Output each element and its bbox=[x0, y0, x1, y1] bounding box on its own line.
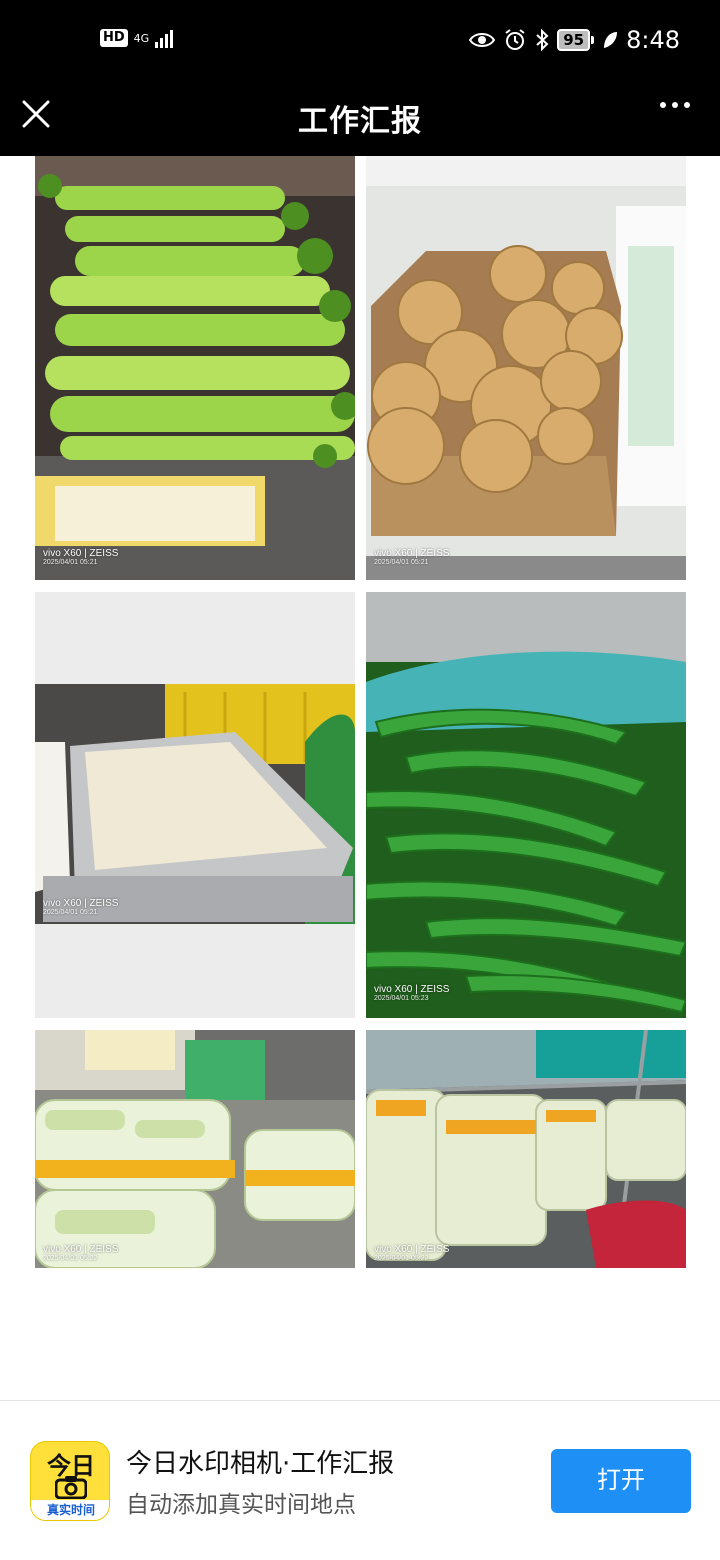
page-title: 工作汇报 bbox=[298, 104, 422, 139]
battery-level: 95 bbox=[557, 29, 591, 51]
status-left: HD 4G bbox=[100, 28, 174, 48]
more-button[interactable] bbox=[660, 102, 690, 108]
banner-subtitle: 自动添加真实时间地点 bbox=[126, 1492, 356, 1518]
photo-timestamp: 2025/04/01 05:21 bbox=[43, 559, 98, 566]
photo-camera-label: vivo X60 | ZEISS bbox=[374, 984, 450, 995]
hd-badge: HD bbox=[100, 29, 128, 47]
battery-icon: 95 bbox=[557, 29, 595, 51]
photo-tofu[interactable]: vivo X60 | ZEISS 2025/04/01 05:21 bbox=[35, 592, 355, 1018]
photo-camera-label: vivo X60 | ZEISS bbox=[374, 548, 450, 559]
app-icon[interactable]: 今日 真实时间 bbox=[30, 1441, 110, 1521]
network-type: 4G bbox=[133, 31, 150, 45]
photo-timestamp: 2025/04/01 05:23 bbox=[374, 995, 429, 1002]
photo-bagged-vegetables[interactable]: vivo X60 | ZEISS 2025/04/01 05:22 bbox=[366, 1030, 686, 1268]
open-app-button[interactable]: 打开 bbox=[551, 1449, 691, 1513]
app-icon-caption: 真实时间 bbox=[31, 1500, 109, 1520]
app-promo-banner: 今日 真实时间 今日水印相机·工作汇报 自动添加真实时间地点 打开 bbox=[0, 1401, 720, 1560]
more-icon bbox=[660, 102, 666, 108]
photo-timestamp: 2025/04/01 05:21 bbox=[374, 559, 429, 566]
photo-camera-label: vivo X60 | ZEISS bbox=[374, 1244, 450, 1255]
status-bar: HD 4G 95 8:48 bbox=[0, 0, 720, 84]
photo-napa-cabbage[interactable]: vivo X60 | ZEISS 2025/04/01 05:22 bbox=[35, 1030, 355, 1268]
clock: 8:48 bbox=[626, 26, 680, 54]
photo-timestamp: 2025/04/01 05:22 bbox=[43, 1255, 98, 1262]
photo-camera-label: vivo X60 | ZEISS bbox=[43, 548, 119, 559]
bluetooth-icon bbox=[536, 28, 549, 52]
eye-icon bbox=[469, 33, 496, 47]
banner-title: 今日水印相机·工作汇报 bbox=[126, 1449, 395, 1479]
title-bar: 工作汇报 bbox=[0, 84, 720, 156]
photo-camera-label: vivo X60 | ZEISS bbox=[43, 1244, 119, 1255]
photo-timestamp: 2025/04/01 05:21 bbox=[43, 909, 98, 916]
signal-icon bbox=[155, 28, 174, 48]
photo-camera-label: vivo X60 | ZEISS bbox=[43, 898, 119, 909]
photo-celery[interactable]: vivo X60 | ZEISS 2025/04/01 05:21 bbox=[35, 156, 355, 580]
camera-icon bbox=[55, 1476, 87, 1499]
leaf-icon bbox=[604, 32, 618, 48]
alarm-icon bbox=[505, 29, 525, 50]
status-right: 95 8:48 bbox=[469, 26, 680, 54]
photo-potatoes[interactable]: vivo X60 | ZEISS 2025/04/01 05:21 bbox=[366, 156, 686, 580]
photo-green-peppers[interactable]: vivo X60 | ZEISS 2025/04/01 05:23 bbox=[366, 592, 686, 1018]
photo-timestamp: 2025/04/01 05:22 bbox=[374, 1255, 429, 1262]
